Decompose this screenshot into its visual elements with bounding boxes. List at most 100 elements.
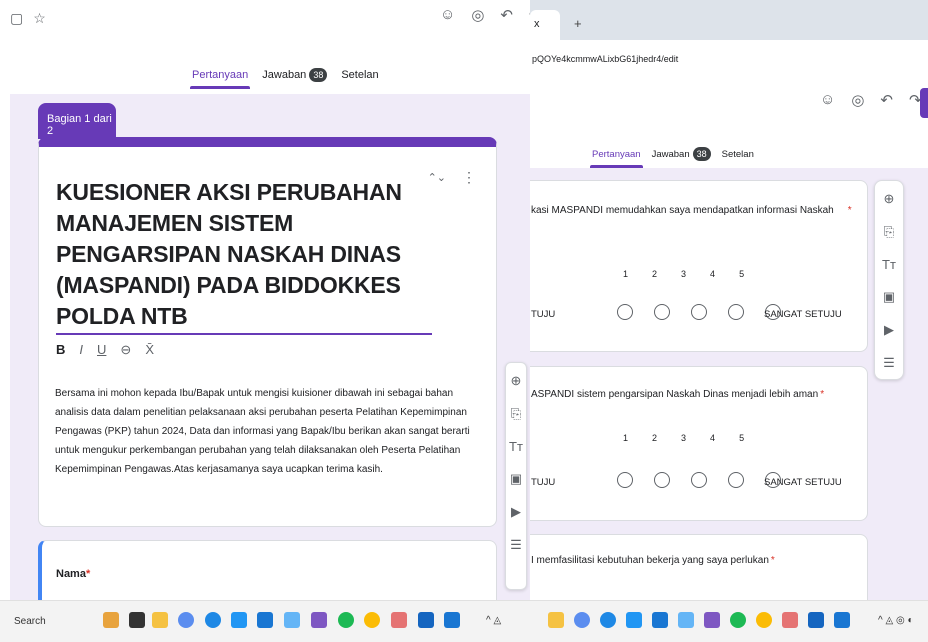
- preview-icon[interactable]: ◎: [471, 6, 484, 24]
- radio-option[interactable]: [691, 472, 707, 488]
- spotify-icon[interactable]: [730, 612, 746, 628]
- form-tabs: Pertanyaan Jawaban 38 Setelan: [590, 147, 754, 168]
- scale-5: 5: [739, 269, 745, 279]
- underline-button[interactable]: U: [97, 342, 106, 358]
- italic-button[interactable]: I: [79, 342, 83, 358]
- clear-format-icon[interactable]: X̄: [145, 342, 154, 358]
- scale-numbers: 1 2 3 4 5: [623, 433, 744, 443]
- required-mark: *: [820, 389, 825, 400]
- question-card-nama[interactable]: Nama*: [38, 540, 497, 600]
- question-text: ASPANDI sistem pengarsipan Naskah Dinas …: [531, 389, 819, 400]
- app-icon[interactable]: [574, 612, 590, 628]
- question-card[interactable]: kasi MASPANDI memudahkan saya mendapatka…: [530, 180, 868, 352]
- form-description[interactable]: Bersama ini mohon kepada Ibu/Bapak untuk…: [55, 384, 485, 479]
- file-explorer-icon[interactable]: [548, 612, 564, 628]
- new-tab-icon[interactable]: +: [574, 16, 582, 31]
- tab-jawaban-label: Jawaban: [651, 149, 690, 160]
- teams-icon[interactable]: [311, 612, 327, 628]
- image-icon[interactable]: ▣: [883, 289, 895, 305]
- address-bar[interactable]: pQOYe4kcmmwALixbG61jhedr4/edit: [530, 44, 928, 74]
- app-icon[interactable]: [178, 612, 194, 628]
- video-icon[interactable]: ▶: [511, 504, 521, 520]
- chrome-icon[interactable]: [364, 612, 380, 628]
- video-icon[interactable]: ▶: [884, 322, 894, 338]
- radio-group: [617, 304, 781, 320]
- undo-icon[interactable]: ↶: [880, 91, 893, 109]
- app-icon[interactable]: [284, 612, 300, 628]
- teams-icon[interactable]: [704, 612, 720, 628]
- collapse-icon[interactable]: ⌃⌄: [428, 171, 446, 184]
- folder-icon[interactable]: ▢: [10, 10, 23, 27]
- browser-tab[interactable]: x: [530, 10, 560, 40]
- radio-option[interactable]: [654, 472, 670, 488]
- question-toolbar: ⊕ ⎘ Tт ▣ ▶ ☰: [505, 362, 527, 590]
- response-count-badge: 38: [309, 68, 328, 82]
- store-icon[interactable]: [231, 612, 247, 628]
- send-button[interactable]: [920, 88, 928, 118]
- section-icon[interactable]: ☰: [510, 537, 522, 553]
- title-text-icon[interactable]: Tт: [882, 257, 896, 272]
- link-icon[interactable]: ⊖: [120, 342, 131, 358]
- scale-high-label: SANGAT SETUJU: [764, 309, 842, 320]
- add-question-icon[interactable]: ⊕: [511, 373, 522, 389]
- question-card[interactable]: ASPANDI sistem pengarsipan Naskah Dinas …: [530, 366, 868, 521]
- question-label: Nama: [56, 568, 86, 580]
- app-icon[interactable]: [678, 612, 694, 628]
- task-view-icon[interactable]: [129, 612, 145, 628]
- section-icon[interactable]: ☰: [883, 355, 895, 371]
- star-icon[interactable]: ☆: [33, 10, 46, 27]
- edge-icon[interactable]: [205, 612, 221, 628]
- question-toolbar: ⊕ ⎘ Tт ▣ ▶ ☰: [874, 180, 904, 380]
- tab-jawaban[interactable]: Jawaban 38: [652, 147, 711, 161]
- required-mark: *: [847, 205, 852, 216]
- scale-4: 4: [710, 433, 716, 443]
- add-question-icon[interactable]: ⊕: [884, 191, 895, 207]
- tab-setelan[interactable]: Setelan: [341, 69, 378, 81]
- app-icon[interactable]: [418, 612, 434, 628]
- taskbar-search[interactable]: Search: [0, 610, 60, 634]
- image-icon[interactable]: ▣: [510, 471, 522, 487]
- bold-button[interactable]: B: [56, 342, 65, 358]
- undo-icon[interactable]: ↶: [500, 6, 513, 24]
- tab-jawaban-label: Jawaban: [262, 69, 307, 81]
- title-text-icon[interactable]: Tт: [509, 439, 523, 454]
- header-actions: ☺ ◎ ↶ ↷: [820, 91, 922, 109]
- app-icon[interactable]: [782, 612, 798, 628]
- palette-icon[interactable]: ☺: [820, 91, 835, 109]
- store-icon[interactable]: [626, 612, 642, 628]
- import-icon[interactable]: ⎘: [884, 224, 894, 240]
- tab-pertanyaan[interactable]: Pertanyaan: [189, 69, 251, 89]
- file-explorer-icon[interactable]: [152, 612, 168, 628]
- mail-icon[interactable]: [652, 612, 668, 628]
- radio-option[interactable]: [617, 304, 633, 320]
- form-title[interactable]: KUESIONER AKSI PERUBAHAN MANAJEMEN SISTE…: [56, 177, 436, 332]
- widget-icon[interactable]: [103, 612, 119, 628]
- word-icon[interactable]: [834, 612, 850, 628]
- mail-icon[interactable]: [257, 612, 273, 628]
- radio-option[interactable]: [654, 304, 670, 320]
- response-count-badge: 38: [692, 147, 711, 161]
- edge-icon[interactable]: [600, 612, 616, 628]
- word-icon[interactable]: [444, 612, 460, 628]
- preview-icon[interactable]: ◎: [851, 91, 864, 109]
- tab-pertanyaan[interactable]: Pertanyaan: [590, 149, 643, 168]
- radio-option[interactable]: [728, 472, 744, 488]
- question-card[interactable]: I memfasilitasi kebutuhan bekerja yang s…: [530, 534, 868, 600]
- import-icon[interactable]: ⎘: [511, 406, 521, 422]
- tab-jawaban[interactable]: Jawaban 38: [262, 68, 328, 82]
- more-options-icon[interactable]: ⋮: [462, 169, 476, 186]
- tab-setelan[interactable]: Setelan: [722, 149, 754, 160]
- question-title: kasi MASPANDI memudahkan saya mendapatka…: [531, 205, 852, 216]
- spotify-icon[interactable]: [338, 612, 354, 628]
- system-tray[interactable]: ^ ◬ ◎ ◐: [878, 615, 913, 626]
- tab-close-icon[interactable]: x: [534, 18, 540, 30]
- scale-3: 3: [681, 269, 687, 279]
- palette-icon[interactable]: ☺: [440, 6, 455, 24]
- radio-option[interactable]: [691, 304, 707, 320]
- chrome-icon[interactable]: [756, 612, 772, 628]
- system-tray[interactable]: ^ ◬: [486, 615, 501, 626]
- app-icon[interactable]: [391, 612, 407, 628]
- app-icon[interactable]: [808, 612, 824, 628]
- radio-option[interactable]: [617, 472, 633, 488]
- radio-option[interactable]: [728, 304, 744, 320]
